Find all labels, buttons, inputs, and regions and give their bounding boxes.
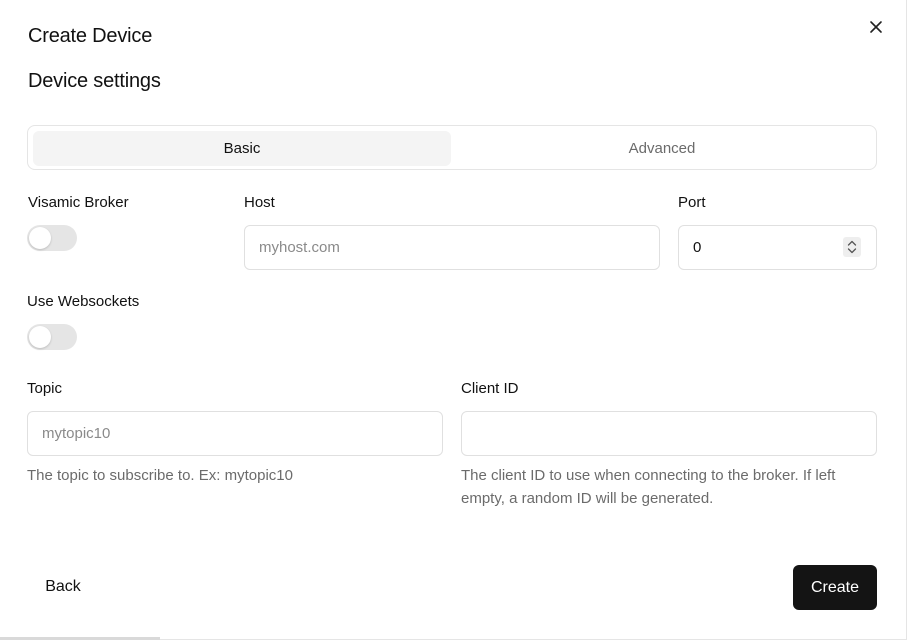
toggle-knob [29,326,51,348]
host-label: Host [244,194,275,211]
port-value: 0 [693,239,702,256]
visamic-broker-toggle[interactable] [27,225,77,251]
topic-label: Topic [27,380,63,397]
settings-tabs: Basic Advanced [27,125,877,170]
visamic-broker-label: Visamic Broker [28,194,129,211]
toggle-knob [29,227,51,249]
client-id-input[interactable] [461,411,877,456]
port-stepper[interactable] [843,237,861,257]
stepper-arrows-icon [847,240,857,254]
tab-basic[interactable]: Basic [33,131,451,166]
use-websockets-label: Use Websockets [27,293,140,310]
back-button[interactable]: Back [28,565,98,609]
topic-help-text: The topic to subscribe to. Ex: mytopic10 [27,467,293,484]
use-websockets-toggle[interactable] [27,324,77,350]
tab-advanced[interactable]: Advanced [453,131,871,166]
topic-input[interactable] [27,411,443,456]
create-device-dialog: Create Device Device settings Basic Adva… [0,0,907,640]
close-button[interactable] [866,17,886,37]
create-button[interactable]: Create [793,565,877,610]
section-title: Device settings [28,70,161,92]
client-id-help-text: The client ID to use when connecting to … [461,467,836,507]
dialog-title: Create Device [28,25,153,47]
port-label: Port [678,194,706,211]
port-input[interactable]: 0 [678,225,877,270]
close-icon [870,21,882,33]
client-id-label: Client ID [461,380,519,397]
host-input[interactable] [244,225,660,270]
